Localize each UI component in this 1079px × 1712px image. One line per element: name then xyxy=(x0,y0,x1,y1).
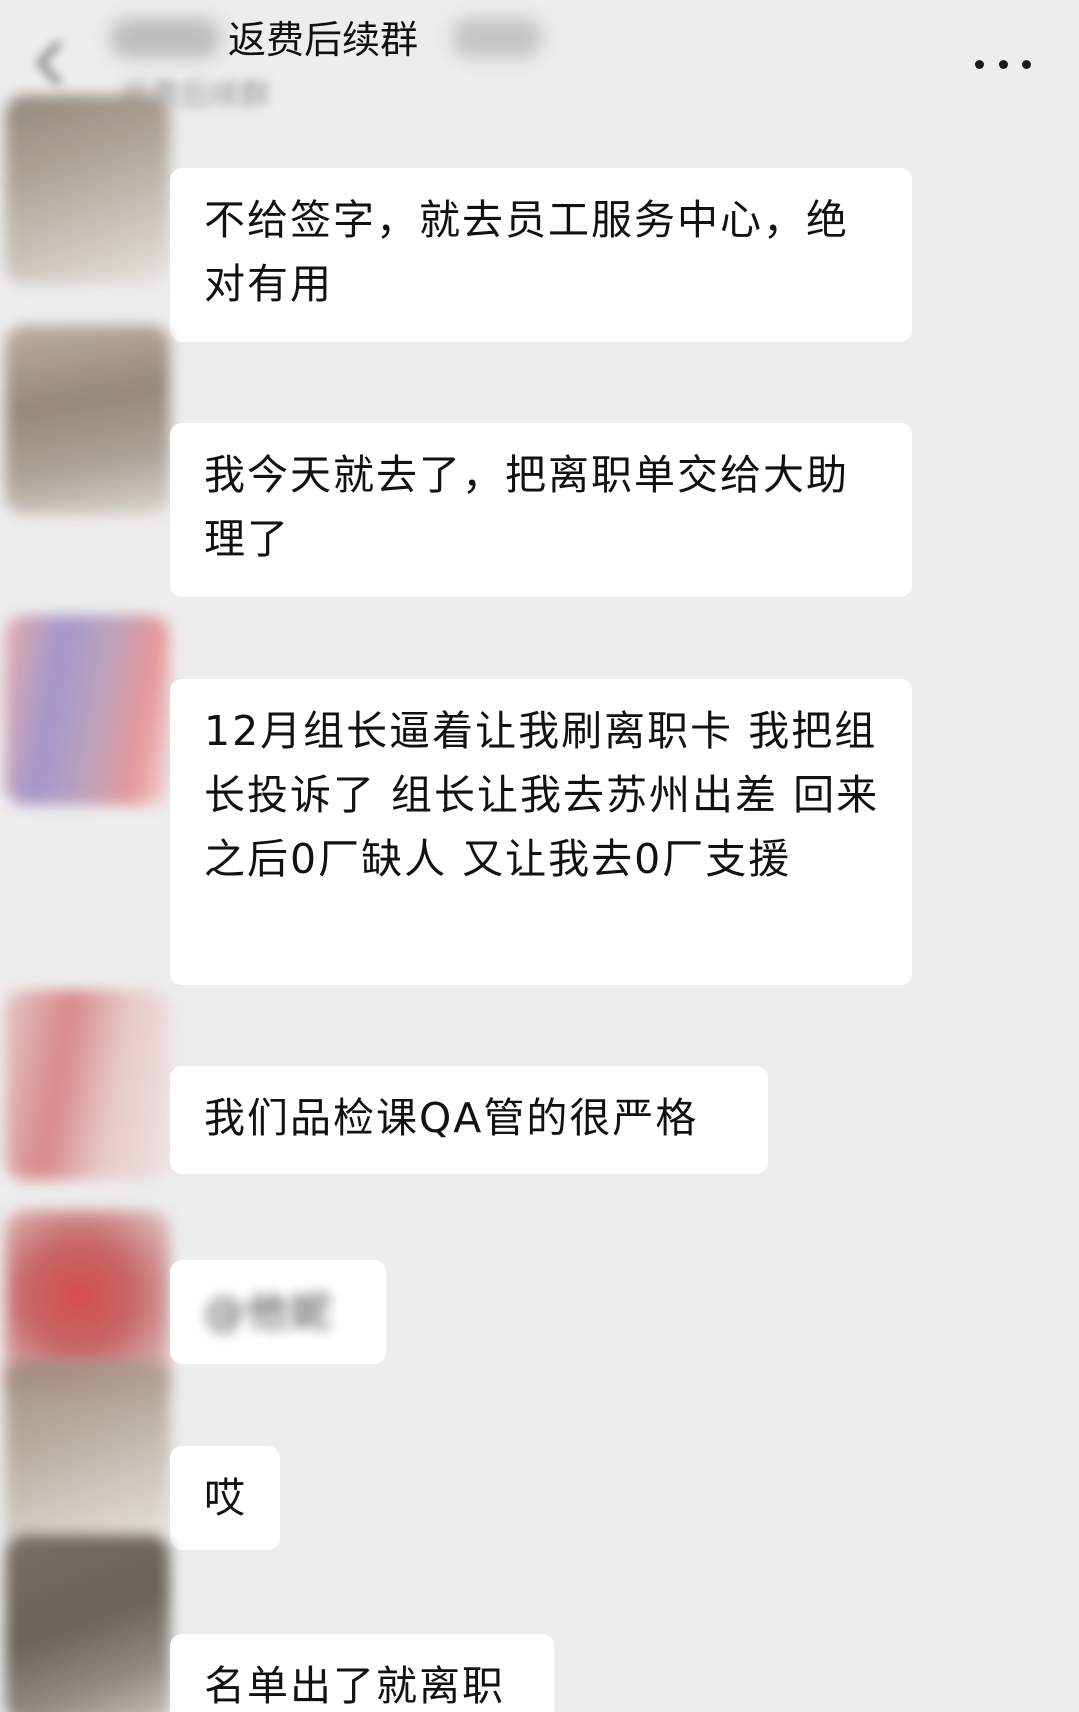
message-bubble[interactable]: 我今天就去了，把离职单交给大助理了 xyxy=(170,423,912,597)
message-text: 我们品检课QA管的很严格 xyxy=(204,1094,699,1142)
chat-screen: 返费后续群 返费后续群 不给签字，就去员工服务中心，绝对有用 我今天就去了，把离… xyxy=(0,0,1079,1712)
message-bubble[interactable]: 12月组长逼着让我刷离职卡 我把组长投诉了 组长让我去苏州出差 回来之后0厂缺人… xyxy=(170,679,912,985)
more-dots-icon[interactable] xyxy=(975,52,1031,76)
message-bubble[interactable]: 我们品检课QA管的很严格 xyxy=(170,1066,768,1174)
dot xyxy=(1022,59,1031,69)
message-bubble[interactable]: 名单出了就离职 xyxy=(170,1634,554,1712)
message-bubble[interactable]: @他妮 xyxy=(170,1260,386,1364)
message-text: 12月组长逼着让我刷离职卡 我把组长投诉了 组长让我去苏州出差 回来之后0厂缺人… xyxy=(204,707,880,883)
avatar[interactable] xyxy=(5,990,170,1180)
title-redacted-part xyxy=(110,18,220,58)
chevron-left-icon[interactable] xyxy=(30,38,70,88)
message-bubble[interactable]: 不给签字，就去员工服务中心，绝对有用 xyxy=(170,168,912,342)
message-text: 名单出了就离职 xyxy=(204,1662,505,1710)
dot xyxy=(975,59,984,69)
avatar[interactable] xyxy=(5,1535,170,1712)
message-text: 不给签字，就去员工服务中心，绝对有用 xyxy=(204,196,849,308)
avatar[interactable] xyxy=(5,95,170,285)
title-redacted-part xyxy=(452,18,542,58)
message-text: 哎 xyxy=(204,1474,247,1522)
avatar[interactable] xyxy=(5,615,170,805)
message-text: 我今天就去了，把离职单交给大助理了 xyxy=(204,451,849,563)
avatar[interactable] xyxy=(5,1360,170,1550)
message-text: @他妮 xyxy=(204,1288,333,1336)
message-bubble[interactable]: 哎 xyxy=(170,1446,280,1550)
avatar[interactable] xyxy=(5,325,170,515)
chat-title: 返费后续群 xyxy=(228,18,419,62)
dot xyxy=(998,59,1008,69)
